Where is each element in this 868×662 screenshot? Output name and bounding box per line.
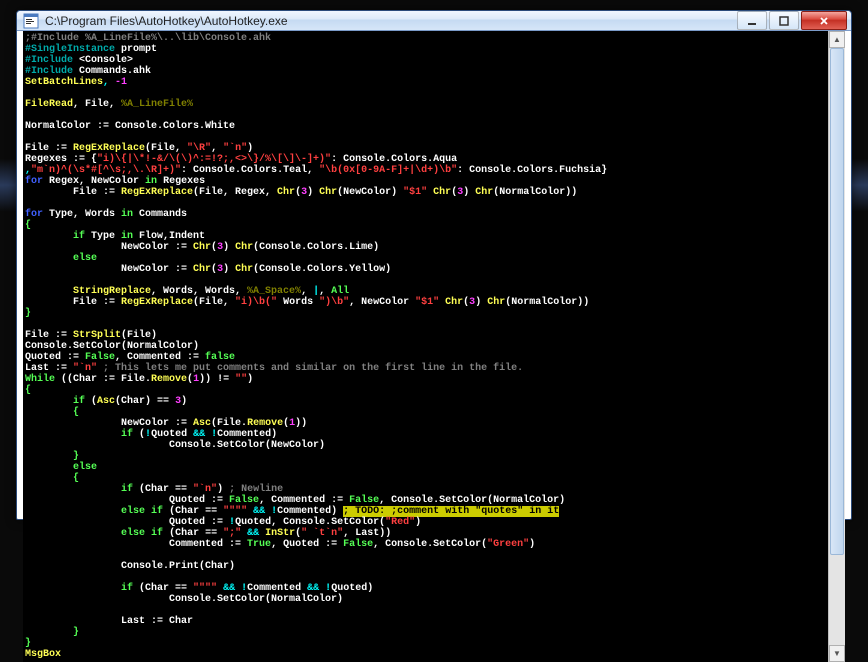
titlebar[interactable]: C:\Program Files\AutoHotkey\AutoHotkey.e… (17, 11, 851, 31)
scroll-thumb[interactable] (830, 48, 844, 555)
app-icon (23, 13, 39, 29)
close-button[interactable] (801, 11, 847, 30)
scroll-up-button[interactable]: ▲ (829, 31, 845, 48)
minimize-button[interactable] (737, 11, 767, 30)
maximize-button[interactable] (769, 11, 799, 30)
window-controls (737, 11, 847, 30)
terminal-output: ;#Include %A_LineFile%\..\lib\Console.ah… (23, 31, 828, 662)
scroll-track[interactable] (829, 48, 845, 645)
app-window: C:\Program Files\AutoHotkey\AutoHotkey.e… (16, 10, 852, 520)
scroll-down-button[interactable]: ▼ (829, 645, 845, 662)
vertical-scrollbar[interactable]: ▲ ▼ (828, 31, 845, 662)
window-title: C:\Program Files\AutoHotkey\AutoHotkey.e… (45, 14, 737, 28)
client-area: ;#Include %A_LineFile%\..\lib\Console.ah… (23, 31, 845, 662)
